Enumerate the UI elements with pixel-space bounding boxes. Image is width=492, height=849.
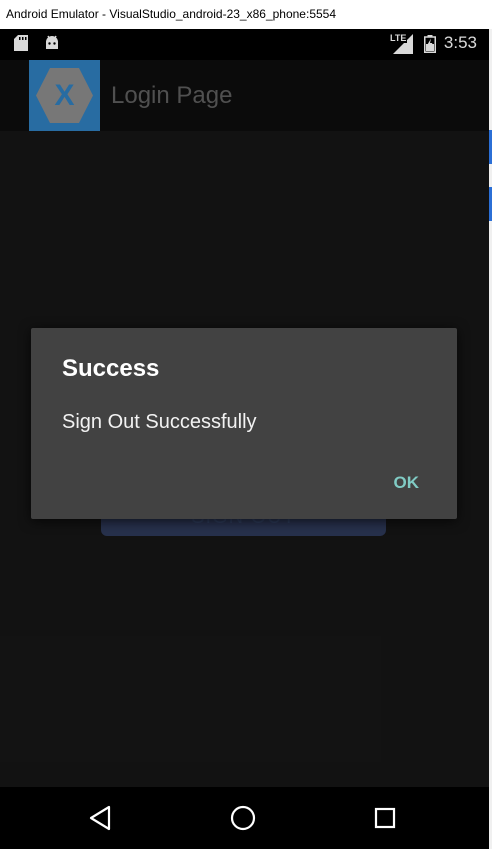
navigation-bar: [0, 787, 489, 849]
back-icon[interactable]: [85, 802, 117, 834]
alert-dialog: Success Sign Out Successfully OK: [31, 328, 457, 519]
dialog-title: Success: [62, 355, 160, 382]
device-screen: LTE 3:53 X Login Page SIGN OUT Success S…: [0, 29, 489, 849]
window-title: Android Emulator - VisualStudio_android-…: [0, 0, 492, 29]
ok-button[interactable]: OK: [394, 473, 420, 493]
recents-icon[interactable]: [369, 802, 401, 834]
dialog-message: Sign Out Successfully: [62, 411, 257, 433]
home-icon[interactable]: [227, 802, 259, 834]
